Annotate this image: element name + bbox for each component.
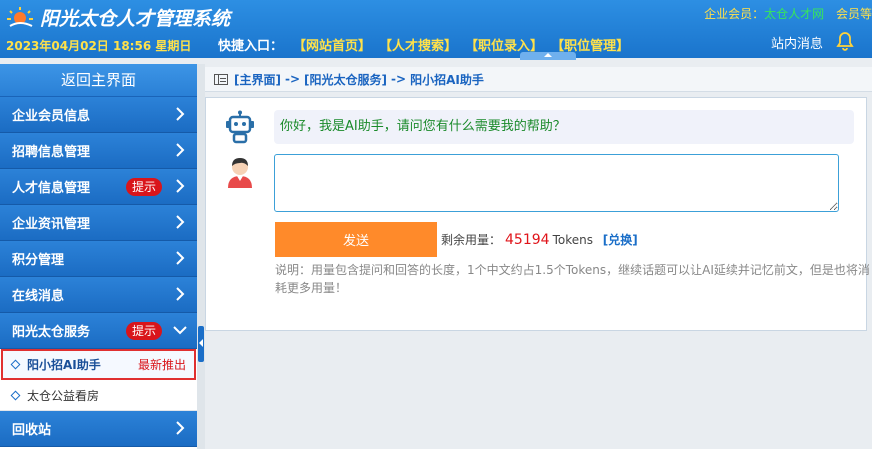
logo-sun-icon bbox=[6, 6, 36, 30]
sidebar-item-points[interactable]: 积分管理 bbox=[0, 241, 197, 277]
chevron-right-icon bbox=[173, 143, 187, 157]
diamond-bullet-icon bbox=[10, 390, 21, 400]
message-input[interactable] bbox=[274, 154, 839, 212]
chevron-right-icon bbox=[173, 215, 187, 229]
sidebar-item-online-messages[interactable]: 在线消息 bbox=[0, 277, 197, 313]
member-name[interactable]: 太仓人才网 bbox=[764, 7, 824, 21]
member-label: 企业会员： bbox=[704, 7, 765, 21]
breadcrumb-home[interactable]: [主界面] bbox=[234, 71, 281, 88]
quick-link-home[interactable]: 【网站首页】 bbox=[293, 35, 371, 54]
sidebar-item-label: 在线消息 bbox=[12, 289, 65, 304]
sidebar-splitter[interactable] bbox=[197, 64, 205, 449]
site-messages-link[interactable]: 站内消息 bbox=[771, 33, 823, 52]
chevron-right-icon bbox=[173, 251, 187, 265]
breadcrumb-separator: -> bbox=[391, 72, 407, 86]
redeem-link[interactable]: [兑换] bbox=[603, 233, 638, 247]
quick-links-label: 快捷入口： bbox=[218, 39, 284, 54]
diamond-bullet-icon bbox=[10, 359, 21, 370]
sidebar-item-label: 积分管理 bbox=[12, 253, 65, 268]
tokens-unit: Tokens bbox=[552, 233, 593, 247]
bot-message: 你好，我是AI助手，请问您有什么需要我的帮助？ bbox=[274, 110, 854, 144]
chevron-right-icon bbox=[173, 107, 187, 121]
hint-badge: 提示 bbox=[126, 178, 163, 196]
back-to-main-button[interactable]: 返回主界面 bbox=[0, 64, 197, 97]
usage-note: 说明：用量包含提问和回答的长度，1个中文约占1.5个Tokens，继续话题可以让… bbox=[275, 263, 870, 295]
sidebar-item-label: 人才信息管理 bbox=[12, 181, 91, 196]
member-grade: 会员等 bbox=[835, 7, 872, 21]
sidebar-collapse-handle[interactable] bbox=[198, 326, 204, 362]
sidebar-subitem-ai-assistant[interactable]: 阳小招AI助手 最新推出 bbox=[1, 349, 196, 380]
logo[interactable]: 阳光太仓人才管理系统 bbox=[6, 4, 230, 31]
breadcrumb-window-icon bbox=[214, 73, 228, 85]
sidebar-item-member-info[interactable]: 企业会员信息 bbox=[0, 97, 197, 133]
sidebar-subitem-label: 太仓公益看房 bbox=[27, 388, 100, 403]
chevron-down-icon bbox=[173, 323, 187, 337]
sidebar: 返回主界面 企业会员信息 招聘信息管理 人才信息管理 提示 企业资讯管理 积分管… bbox=[0, 64, 197, 449]
sidebar-item-label: 企业资讯管理 bbox=[12, 217, 91, 232]
app-title: 阳光太仓人才管理系统 bbox=[40, 8, 231, 30]
usage-label: 剩余用量： bbox=[441, 233, 502, 247]
breadcrumb: [主界面] -> [阳光太仓服务] -> 阳小招AI助手 bbox=[205, 67, 872, 92]
breadcrumb-current: 阳小招AI助手 bbox=[410, 72, 484, 87]
member-info: 企业会员：太仓人才网 会员等 bbox=[704, 5, 872, 22]
ai-chat-panel: 你好，我是AI助手，请问您有什么需要我的帮助？ 发送 剩余用量： 45194 Tok… bbox=[205, 97, 870, 331]
bell-icon[interactable] bbox=[833, 29, 857, 53]
sidebar-item-recycle-bin[interactable]: 回收站 bbox=[0, 411, 197, 447]
sidebar-item-label: 招聘信息管理 bbox=[12, 145, 91, 160]
sidebar-item-label: 阳光太仓服务 bbox=[12, 325, 91, 340]
sidebar-item-sunshine-services[interactable]: 阳光太仓服务 提示 bbox=[0, 313, 197, 349]
user-avatar-icon bbox=[222, 154, 258, 188]
sidebar-item-company-news[interactable]: 企业资讯管理 bbox=[0, 205, 197, 241]
sidebar-item-recruitment[interactable]: 招聘信息管理 bbox=[0, 133, 197, 169]
header-collapse-handle[interactable] bbox=[520, 52, 576, 60]
top-header: 阳光太仓人才管理系统 2023年04月02日 18:56 星期日 快捷入口： 【… bbox=[0, 0, 872, 60]
sidebar-item-talent-info[interactable]: 人才信息管理 提示 bbox=[0, 169, 197, 205]
quick-link-talent-search[interactable]: 【人才搜索】 bbox=[379, 35, 457, 54]
sidebar-subitem-label: 阳小招AI助手 bbox=[27, 358, 101, 372]
chevron-right-icon bbox=[173, 421, 187, 435]
send-button[interactable]: 发送 bbox=[275, 222, 437, 257]
remaining-tokens: 45194 bbox=[505, 232, 550, 248]
quick-links: 快捷入口： 【网站首页】 【人才搜索】 【职位录入】 【职位管理】 bbox=[218, 35, 637, 54]
breadcrumb-separator: -> bbox=[284, 72, 301, 86]
sidebar-item-label: 企业会员信息 bbox=[12, 109, 91, 124]
hint-badge: 提示 bbox=[126, 322, 163, 340]
new-tag: 最新推出 bbox=[137, 358, 186, 372]
robot-icon bbox=[222, 110, 258, 144]
token-usage: 剩余用量： 45194 Tokens [兑换] bbox=[441, 231, 638, 248]
breadcrumb-parent[interactable]: [阳光太仓服务] bbox=[304, 71, 387, 88]
current-datetime: 2023年04月02日 18:56 星期日 bbox=[6, 39, 192, 53]
main-content: [主界面] -> [阳光太仓服务] -> 阳小招AI助手 你好，我是AI助手，请… bbox=[205, 64, 872, 449]
sidebar-item-label: 回收站 bbox=[12, 423, 52, 438]
sidebar-subitem-public-housing[interactable]: 太仓公益看房 bbox=[0, 380, 197, 411]
chevron-right-icon bbox=[173, 179, 187, 193]
chevron-right-icon bbox=[173, 287, 187, 301]
